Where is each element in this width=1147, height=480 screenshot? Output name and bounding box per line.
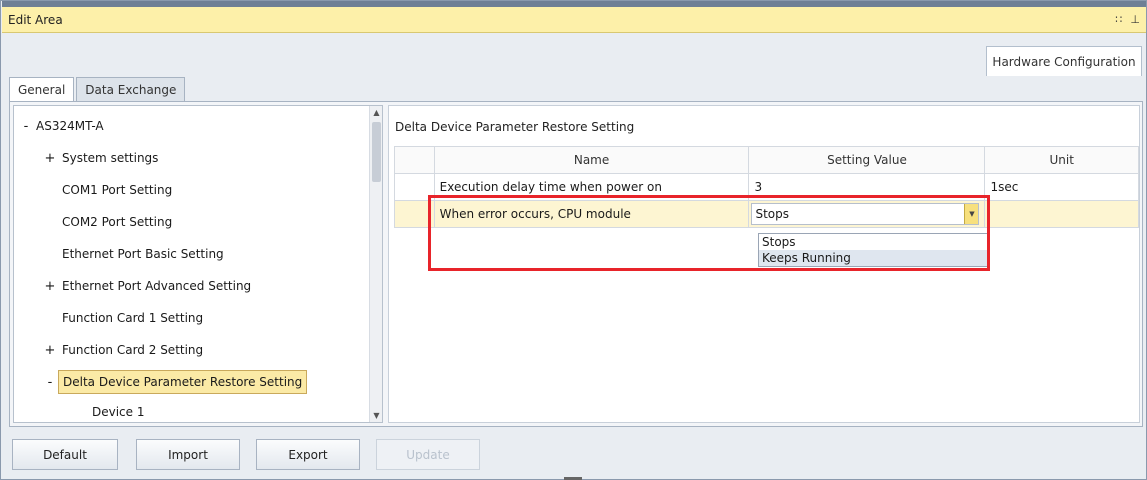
tree-item-com2-port-setting[interactable]: COM2 Port Setting xyxy=(14,206,370,238)
tree-item-label: Function Card 1 Setting xyxy=(62,311,204,325)
tree-scrollbar[interactable]: ▲ ▼ xyxy=(369,106,382,422)
tree-item-label: Ethernet Port Advanced Setting xyxy=(62,279,252,293)
default-button[interactable]: Default xyxy=(12,439,118,470)
window-title: Edit Area xyxy=(8,12,63,27)
float-icon[interactable]: ∷ xyxy=(1115,13,1122,26)
parameter-panel: Delta Device Parameter Restore Setting N… xyxy=(388,105,1140,423)
tree-item-function-card-2[interactable]: + Function Card 2 Setting xyxy=(14,334,370,366)
table-row-selected[interactable]: When error occurs, CPU module Stops ▼ xyxy=(394,200,1139,228)
tree-item-label: Device 1 xyxy=(92,405,145,419)
column-header-setting-value[interactable]: Setting Value xyxy=(748,146,986,174)
param-value-cell[interactable]: Stops ▼ xyxy=(748,200,986,228)
export-button[interactable]: Export xyxy=(256,439,360,470)
title-bar: Edit Area ∷ ⊥ xyxy=(2,7,1146,33)
param-name: When error occurs, CPU module xyxy=(433,200,750,228)
update-button[interactable]: Update xyxy=(376,439,480,470)
tree-item-label: COM1 Port Setting xyxy=(62,183,173,197)
param-name: Execution delay time when power on xyxy=(433,173,750,201)
tree-item-com1-port-setting[interactable]: COM1 Port Setting xyxy=(14,174,370,206)
column-header-name[interactable]: Name xyxy=(433,146,750,174)
tab-data-exchange[interactable]: Data Exchange xyxy=(76,77,186,101)
collapse-icon[interactable]: - xyxy=(44,375,56,390)
tree-item-label: Ethernet Port Basic Setting xyxy=(62,247,224,261)
tree-item-as324mt-a[interactable]: - AS324MT-A xyxy=(14,110,370,142)
row-header xyxy=(394,173,435,201)
table-row[interactable]: Execution delay time when power on 3 1se… xyxy=(394,173,1139,201)
title-bar-controls: ∷ ⊥ xyxy=(1115,13,1140,26)
table-header-row: Name Setting Value Unit xyxy=(394,146,1139,174)
empty-cell xyxy=(985,228,1139,255)
tree-item-label: AS324MT-A xyxy=(36,119,104,133)
dropdown-selected-value: Stops xyxy=(755,207,790,221)
tab-hardware-configuration[interactable]: Hardware Configuration xyxy=(986,46,1142,76)
sub-tab-strip: General Data Exchange xyxy=(9,77,187,101)
expand-icon[interactable]: + xyxy=(44,151,56,166)
chevron-down-icon[interactable]: ▼ xyxy=(964,204,979,224)
scroll-thumb[interactable] xyxy=(372,122,381,182)
edit-area-window: Edit Area ∷ ⊥ Hardware Configuration Gen… xyxy=(0,0,1147,480)
tab-general[interactable]: General xyxy=(9,77,75,101)
tree-item-label: System settings xyxy=(62,151,159,165)
dropdown-option-keeps-running[interactable]: Keeps Running xyxy=(759,250,989,266)
tree-item-delta-device-restore[interactable]: - Delta Device Parameter Restore Setting xyxy=(14,366,370,398)
column-header-unit[interactable]: Unit xyxy=(984,146,1139,174)
tree-item-label: Function Card 2 Setting xyxy=(62,343,204,357)
content-area: - AS324MT-A + System settings COM1 Port … xyxy=(9,101,1143,427)
tree-item-function-card-1[interactable]: Function Card 1 Setting xyxy=(14,302,370,334)
tree-item-ethernet-advanced[interactable]: + Ethernet Port Advanced Setting xyxy=(14,270,370,302)
empty-cell xyxy=(395,228,435,255)
tree-item-label: Delta Device Parameter Restore Setting xyxy=(58,370,308,394)
panel-title: Delta Device Parameter Restore Setting xyxy=(395,120,635,134)
param-value-cell[interactable]: 3 xyxy=(748,173,986,201)
dropdown-option-stops[interactable]: Stops xyxy=(759,234,989,250)
expand-icon[interactable]: + xyxy=(44,343,56,358)
tree-item-ethernet-basic[interactable]: Ethernet Port Basic Setting xyxy=(14,238,370,270)
tree-list: - AS324MT-A + System settings COM1 Port … xyxy=(14,106,370,422)
expand-icon[interactable]: + xyxy=(44,279,56,294)
tree-item-label: COM2 Port Setting xyxy=(62,215,173,229)
scroll-up-icon[interactable]: ▲ xyxy=(370,106,383,119)
row-header-corner xyxy=(394,146,435,174)
pin-icon[interactable]: ⊥ xyxy=(1130,13,1140,26)
tree-item-system-settings[interactable]: + System settings xyxy=(14,142,370,174)
row-header xyxy=(394,200,435,228)
settings-tree: - AS324MT-A + System settings COM1 Port … xyxy=(13,105,383,423)
tree-item-device-1[interactable]: Device 1 xyxy=(14,396,370,428)
empty-cell xyxy=(434,228,749,255)
import-button[interactable]: Import xyxy=(136,439,240,470)
param-unit: 1sec xyxy=(984,173,1139,201)
collapse-icon[interactable]: - xyxy=(20,119,32,134)
dropdown-list: Stops Keeps Running xyxy=(758,233,990,267)
tab-strip: Hardware Configuration xyxy=(2,34,1146,76)
scroll-down-icon[interactable]: ▼ xyxy=(370,409,383,422)
param-unit xyxy=(984,200,1139,228)
setting-value-dropdown[interactable]: Stops ▼ xyxy=(751,203,980,225)
